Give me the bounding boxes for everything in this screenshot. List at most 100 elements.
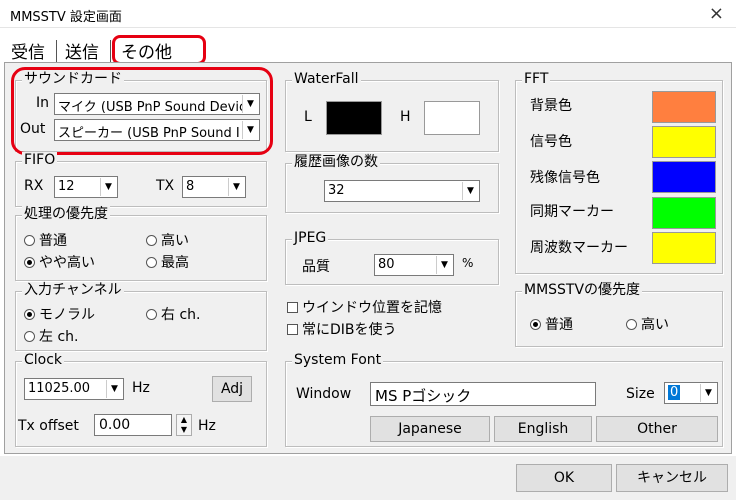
fft-afterimage-label: 残像信号色 [530,170,600,186]
tab-receive[interactable]: 受信 [8,38,48,64]
channel-right-radio[interactable]: 右 ch. [146,304,200,324]
chevron-down-icon[interactable]: ▼ [462,182,478,200]
priority-normal-radio[interactable]: 普通 [24,230,67,250]
remember-window-position-label: ウインドウ位置を記憶 [302,300,442,316]
tx-offset-spinner[interactable]: ▲ ▼ [176,414,192,436]
process-priority-legend: 処理の優先度 [22,206,110,222]
priority-highest-radio[interactable]: 最高 [146,252,189,272]
history-count-legend: 履歴画像の数 [292,154,380,170]
fft-freq-marker-label: 周波数マーカー [530,240,628,256]
channel-mono-radio[interactable]: モノラル [24,304,95,324]
process-priority-group: 処理の優先度 普通 高い やや高い 最高 [15,206,267,281]
priority-slightly-high-radio[interactable]: やや高い [24,252,95,272]
jpeg-group: JPEG 品質 80 ▼ % [285,230,499,285]
jpeg-legend: JPEG [292,230,329,246]
font-window-label: Window [296,386,352,402]
priority-high-radio[interactable]: 高い [146,230,189,250]
radio-icon [24,235,35,246]
priority-highest-label: 最高 [161,255,189,271]
clock-legend: Clock [22,352,65,368]
fft-sync-marker-color-swatch[interactable] [652,197,716,229]
fft-signal-color-swatch[interactable] [652,126,716,158]
radio-icon [146,309,157,320]
adj-button[interactable]: Adj [212,376,252,402]
fft-afterimage-color-swatch[interactable] [652,161,716,193]
radio-selected-icon [24,309,35,320]
rx-label: RX [24,178,44,194]
waterfall-legend: WaterFall [292,71,361,87]
priority-normal-label: 普通 [39,233,67,249]
font-name-input[interactable]: MS Pゴシック [370,382,596,406]
quality-label: 品質 [302,259,330,275]
jpeg-quality-select[interactable]: 80 ▼ [374,254,454,276]
always-use-dib-label: 常にDIBを使う [302,322,397,338]
fifo-legend: FIFO [22,152,58,168]
mmsstv-priority-group: MMSSTVの優先度 普通 高い [515,282,723,347]
radio-icon [626,319,637,330]
tab-highlight [112,35,206,65]
mmsstv-priority-high-label: 高い [641,317,669,333]
jpeg-quality-unit: % [462,256,474,270]
ok-button[interactable]: OK [516,464,612,492]
channel-right-label: 右 ch. [161,307,201,323]
tx-offset-input[interactable]: 0.00 [94,414,172,436]
clock-value: 11025.00 [28,381,91,396]
english-font-button[interactable]: English [494,416,592,442]
japanese-font-button[interactable]: Japanese [370,416,490,442]
clock-group: Clock 11025.00 ▼ Hz Adj Tx offset 0.00 ▲… [15,352,267,447]
always-use-dib-checkbox[interactable]: 常にDIBを使う [287,319,397,339]
history-count-group: 履歴画像の数 32 ▼ [285,154,499,213]
radio-icon [146,235,157,246]
fft-legend: FFT [522,71,551,87]
mmsstv-priority-normal-radio[interactable]: 普通 [530,314,573,334]
footer-bar: OK キャンセル [0,456,736,500]
font-size-select[interactable]: 0 ▼ [664,382,718,404]
fft-signal-label: 信号色 [530,134,572,150]
clock-unit: Hz [132,380,150,396]
chevron-down-icon[interactable]: ▼ [106,380,122,398]
history-count-value: 32 [328,183,345,198]
fft-group: FFT 背景色 信号色 残像信号色 同期マーカー 周波数マーカー [515,71,723,274]
chevron-down-icon[interactable]: ▼ [100,178,116,196]
tab-divider [110,40,111,62]
rx-select[interactable]: 12 ▼ [54,176,118,198]
system-font-group: System Font Window MS Pゴシック Size 0 ▼ Jap… [285,352,723,447]
remember-window-position-checkbox[interactable]: ウインドウ位置を記憶 [287,297,442,317]
channel-left-label: 左 ch. [39,329,79,345]
checkbox-icon [287,302,298,313]
font-size-value: 0 [668,385,681,400]
close-icon[interactable]: × [709,3,724,24]
tx-select[interactable]: 8 ▼ [182,176,246,198]
checkbox-icon [287,324,298,335]
channel-left-radio[interactable]: 左 ch. [24,326,78,346]
other-font-button[interactable]: Other [596,416,718,442]
font-size-label: Size [626,386,655,402]
waterfall-high-color-swatch[interactable] [424,101,480,135]
channel-mono-label: モノラル [39,307,95,323]
radio-icon [24,331,35,342]
fft-background-color-swatch[interactable] [652,91,716,123]
mmsstv-priority-normal-label: 普通 [545,317,573,333]
priority-high-label: 高い [161,233,189,249]
fft-freq-marker-color-swatch[interactable] [652,232,716,264]
chevron-down-icon[interactable]: ▼ [700,384,716,402]
tab-divider [56,40,57,62]
cancel-button[interactable]: キャンセル [616,464,728,492]
sound-card-highlight [11,67,273,155]
mmsstv-priority-high-radio[interactable]: 高い [626,314,669,334]
radio-icon [146,257,157,268]
mmsstv-priority-legend: MMSSTVの優先度 [522,282,643,298]
chevron-down-icon[interactable]: ▼ [436,256,452,274]
chevron-down-icon[interactable]: ▼ [228,178,244,196]
input-channel-group: 入力チャンネル モノラル 右 ch. 左 ch. [15,282,267,351]
tab-send[interactable]: 送信 [62,38,102,64]
waterfall-group: WaterFall L H [285,71,499,152]
radio-selected-icon [530,319,541,330]
history-count-select[interactable]: 32 ▼ [324,180,480,202]
waterfall-low-color-swatch[interactable] [326,101,382,135]
system-font-legend: System Font [292,352,384,368]
waterfall-l-label: L [304,109,312,125]
tx-offset-label: Tx offset [18,418,79,434]
priority-slightly-high-label: やや高い [39,255,95,271]
clock-select[interactable]: 11025.00 ▼ [24,378,124,400]
